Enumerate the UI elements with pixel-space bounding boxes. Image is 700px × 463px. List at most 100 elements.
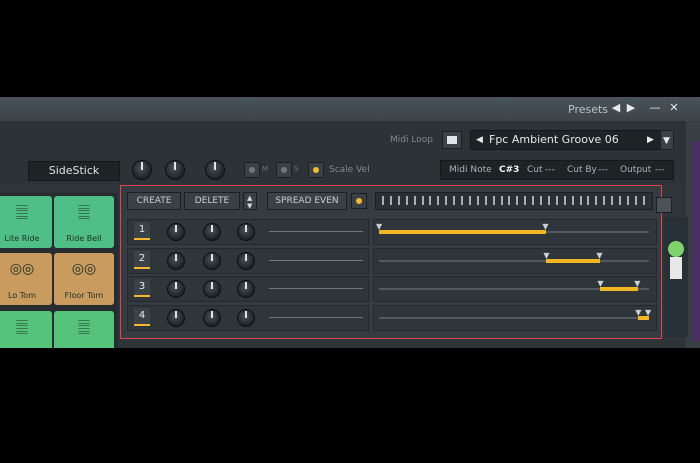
folder-icon <box>447 136 457 144</box>
layer-pan-knob[interactable] <box>203 280 221 298</box>
drum-icon: ◎◎ <box>9 261 35 277</box>
preset-next-arrow-icon[interactable]: ▶ <box>624 101 638 114</box>
pad-floor-tom[interactable]: ◎◎ Floor Tom <box>54 253 114 305</box>
layer-envelope-line <box>269 317 363 318</box>
cymbal-icon: 𝄛 <box>78 204 90 220</box>
pad-ride-bell[interactable]: 𝄛 Ride Bell <box>54 196 114 248</box>
ruler-tick <box>461 196 463 205</box>
layer-editor: CREATE DELETE ▲ ▼ SPREAD EVEN 1 ▼ ▼ 2 ▼ ▼ 3 ▼ ▼ 4… <box>120 185 662 339</box>
velocity-range-fill[interactable] <box>546 259 601 263</box>
ruler-tick <box>524 196 527 205</box>
layer-pan-knob[interactable] <box>203 252 221 270</box>
cymbal-icon: 𝄛 <box>16 319 28 335</box>
pattern-menu-button[interactable]: ▼ <box>660 130 674 150</box>
range-end-handle-icon[interactable]: ▼ <box>634 279 640 288</box>
range-start-handle-icon[interactable]: ▼ <box>543 251 549 260</box>
velocity-range-slot <box>379 317 649 319</box>
ruler-tick <box>492 196 495 205</box>
cut-by-label: Cut By <box>567 165 597 175</box>
pad[interactable]: 𝄛 <box>54 311 114 348</box>
layer-envelope-line <box>269 288 363 289</box>
ruler-tick <box>563 196 566 205</box>
pad-name-display[interactable]: SideStick <box>28 161 120 181</box>
ruler-tick <box>445 196 448 205</box>
layer-tune-knob[interactable] <box>237 252 255 270</box>
volume-knob[interactable] <box>132 160 152 180</box>
pattern-next-icon[interactable]: ▶ <box>647 135 654 145</box>
ruler-tick <box>547 196 550 205</box>
pattern-selector[interactable]: ◀ Fpc Ambient Groove 06 ▶ <box>470 130 662 150</box>
layer-number-button[interactable]: 2 <box>134 251 150 269</box>
layer-number-button[interactable]: 1 <box>134 222 150 240</box>
close-icon[interactable]: ✕ <box>667 101 681 114</box>
panel-grip[interactable] <box>656 197 672 213</box>
range-start-handle-icon[interactable]: ▼ <box>597 279 603 288</box>
mute-button[interactable] <box>244 162 260 178</box>
layer-pan-knob[interactable] <box>203 309 221 327</box>
spread-even-button[interactable]: SPREAD EVEN <box>267 192 347 210</box>
layer-tune-knob[interactable] <box>237 280 255 298</box>
pad[interactable]: 𝄛 <box>0 311 52 348</box>
drum-icon: ◎◎ <box>71 261 97 277</box>
layer-volume-knob[interactable] <box>167 280 185 298</box>
create-button[interactable]: CREATE <box>127 192 181 210</box>
pad-label: Floor Tom <box>64 291 104 300</box>
ruler-tick <box>516 196 519 205</box>
scale-vel-toggle[interactable] <box>308 162 324 178</box>
presets-label[interactable]: Presets <box>568 103 608 116</box>
mascot-head-icon <box>668 241 684 257</box>
layer-order-stepper[interactable]: ▲ ▼ <box>243 192 257 210</box>
minimize-icon[interactable]: — <box>648 101 662 114</box>
layer-tune-knob[interactable] <box>237 223 255 241</box>
title-bar: Presets ◀ ▶ — ✕ <box>0 97 700 121</box>
velocity-range-fill[interactable] <box>600 287 639 291</box>
ruler-tick <box>453 196 456 205</box>
spread-even-toggle[interactable] <box>351 193 367 209</box>
pattern-prev-icon[interactable]: ◀ <box>476 135 483 145</box>
range-end-handle-icon[interactable]: ▼ <box>596 251 602 260</box>
pad-label: Lite Ride <box>4 234 40 243</box>
layer-number-button[interactable]: 4 <box>134 308 150 326</box>
cymbal-icon: 𝄛 <box>78 319 90 335</box>
layer-volume-knob[interactable] <box>167 252 185 270</box>
layer-tune-knob[interactable] <box>237 309 255 327</box>
ruler-tick <box>508 196 511 205</box>
ruler-tick <box>405 196 408 205</box>
ruler-tick <box>421 196 424 205</box>
background-strip <box>692 141 700 341</box>
preset-prev-arrow-icon[interactable]: ◀ <box>609 101 623 114</box>
folder-button[interactable] <box>442 131 462 149</box>
ruler-tick <box>579 196 582 205</box>
range-start-handle-icon[interactable]: ▼ <box>376 222 382 231</box>
cut-value[interactable]: --- <box>545 165 555 175</box>
fpc-plugin-window: Presets ◀ ▶ — ✕ Midi Loop ◀ Fpc Ambient … <box>0 97 700 348</box>
range-start-handle-icon[interactable]: ▼ <box>635 308 641 317</box>
ruler-tick <box>611 196 614 205</box>
ruler-tick <box>619 196 621 205</box>
layer-number-button[interactable]: 3 <box>134 279 150 297</box>
velocity-range-fill[interactable] <box>379 230 547 234</box>
ruler-tick <box>476 196 479 205</box>
ruler-tick <box>389 196 392 205</box>
ruler-tick <box>634 196 637 205</box>
layer-volume-knob[interactable] <box>167 309 185 327</box>
range-end-handle-icon[interactable]: ▼ <box>645 308 651 317</box>
layer-volume-knob[interactable] <box>167 223 185 241</box>
mute-label: M <box>262 165 269 173</box>
ruler-tick <box>500 196 503 205</box>
pad-lite-ride[interactable]: 𝄛 Lite Ride <box>0 196 52 248</box>
solo-label: S <box>294 165 299 173</box>
velocity-ruler <box>375 192 653 210</box>
delete-button[interactable]: DELETE <box>184 192 240 210</box>
midi-note-value[interactable]: C#3 <box>499 165 519 175</box>
output-value[interactable]: --- <box>655 165 665 175</box>
cut-by-value[interactable]: --- <box>598 165 608 175</box>
layer-envelope-line <box>269 231 363 232</box>
tune-knob[interactable] <box>205 160 225 180</box>
layer-pan-knob[interactable] <box>203 223 221 241</box>
solo-button[interactable] <box>276 162 292 178</box>
pad-lo-tom[interactable]: ◎◎ Lo Tom <box>0 253 52 305</box>
pan-knob[interactable] <box>165 160 185 180</box>
range-end-handle-icon[interactable]: ▼ <box>542 222 548 231</box>
ruler-tick <box>484 196 487 205</box>
